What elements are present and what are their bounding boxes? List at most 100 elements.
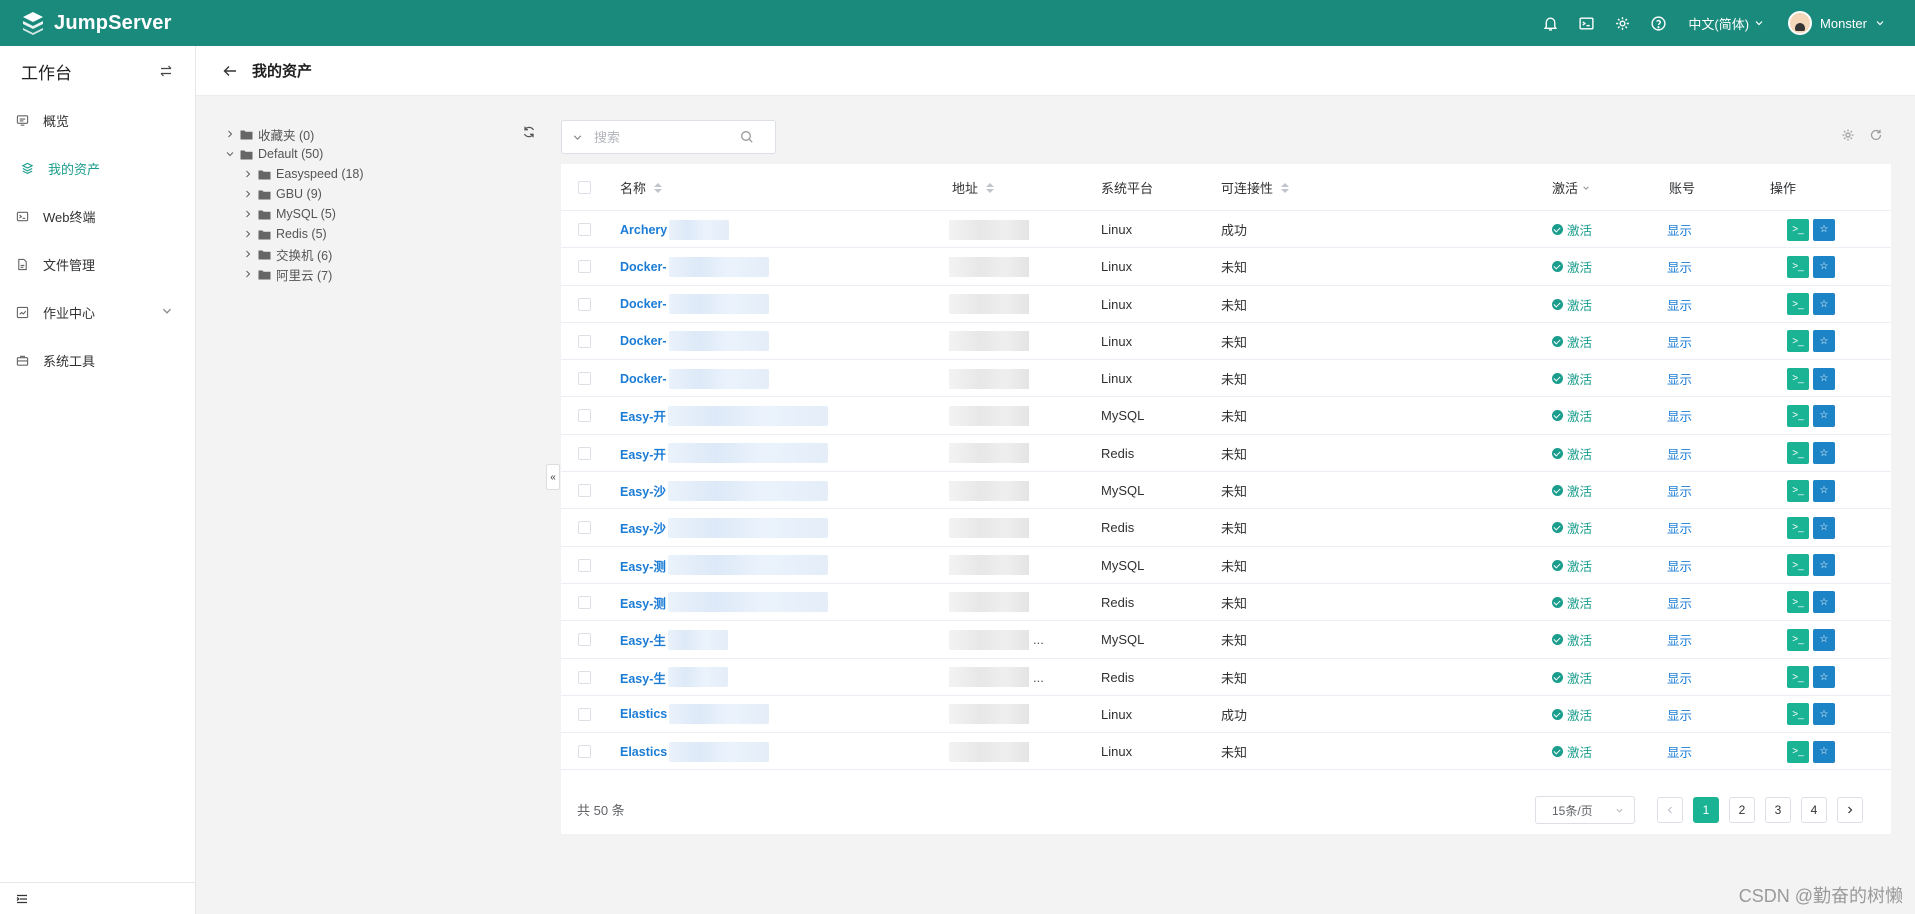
show-accounts-link[interactable]: 显示 <box>1667 593 1692 612</box>
page-button-2[interactable]: 2 <box>1729 797 1755 823</box>
show-accounts-link[interactable]: 显示 <box>1667 369 1692 388</box>
connect-terminal-button[interactable]: >_ <box>1787 293 1809 316</box>
connect-terminal-button[interactable]: >_ <box>1787 442 1809 465</box>
show-accounts-link[interactable]: 显示 <box>1667 705 1692 724</box>
show-accounts-link[interactable]: 显示 <box>1667 668 1692 687</box>
sidebar-item-overview[interactable]: 概览 <box>0 96 195 144</box>
connect-terminal-button[interactable]: >_ <box>1787 591 1809 614</box>
asset-name-link[interactable]: Archery <box>620 223 667 237</box>
terminal-icon[interactable] <box>1568 0 1604 46</box>
show-accounts-link[interactable]: 显示 <box>1667 630 1692 649</box>
refresh-icon[interactable] <box>522 125 536 139</box>
favorite-button[interactable]: ☆ <box>1813 330 1835 353</box>
sidebar-collapse-toggle[interactable] <box>0 882 196 914</box>
connect-terminal-button[interactable]: >_ <box>1787 740 1809 763</box>
connect-terminal-button[interactable]: >_ <box>1787 218 1809 241</box>
asset-name-link[interactable]: Easy-开 <box>620 406 666 425</box>
row-checkbox[interactable] <box>578 248 591 285</box>
filter-chevron-icon[interactable] <box>1582 184 1590 192</box>
refresh-icon[interactable] <box>1869 128 1883 142</box>
chevron-right-icon[interactable] <box>243 269 253 279</box>
show-accounts-link[interactable]: 显示 <box>1667 220 1692 239</box>
switch-view-icon[interactable] <box>159 64 173 78</box>
row-checkbox[interactable] <box>578 509 591 546</box>
search-box[interactable] <box>561 120 776 154</box>
search-icon[interactable] <box>740 130 754 144</box>
sidebar-item-file-management[interactable]: 文件管理 <box>0 240 195 288</box>
back-arrow-icon[interactable] <box>222 63 238 79</box>
favorite-button[interactable]: ☆ <box>1813 293 1835 316</box>
show-accounts-link[interactable]: 显示 <box>1667 257 1692 276</box>
chevron-down-icon[interactable] <box>225 149 235 159</box>
show-accounts-link[interactable]: 显示 <box>1667 556 1692 575</box>
row-checkbox[interactable] <box>578 360 591 397</box>
tree-node-switch[interactable]: 交换机 (6) <box>243 244 332 264</box>
asset-name-link[interactable]: Docker- <box>620 334 667 348</box>
tree-node-gbu[interactable]: GBU (9) <box>243 184 322 204</box>
connect-terminal-button[interactable]: >_ <box>1787 554 1809 577</box>
favorite-button[interactable]: ☆ <box>1813 666 1835 689</box>
sort-icon[interactable] <box>654 182 663 193</box>
favorite-button[interactable]: ☆ <box>1813 703 1835 726</box>
tree-node-aliyun[interactable]: 阿里云 (7) <box>243 264 332 284</box>
column-address[interactable]: 地址 <box>952 164 995 211</box>
show-accounts-link[interactable]: 显示 <box>1667 332 1692 351</box>
connect-terminal-button[interactable]: >_ <box>1787 404 1809 427</box>
search-input[interactable] <box>594 129 734 145</box>
favorite-button[interactable]: ☆ <box>1813 367 1835 390</box>
tree-collapse-toggle[interactable]: « <box>546 464 560 490</box>
connect-terminal-button[interactable]: >_ <box>1787 479 1809 502</box>
row-checkbox[interactable] <box>578 584 591 621</box>
connect-terminal-button[interactable]: >_ <box>1787 666 1809 689</box>
gear-icon[interactable] <box>1604 0 1640 46</box>
user-menu[interactable]: Monster <box>1788 11 1885 35</box>
column-connectivity[interactable]: 可连接性 <box>1221 164 1290 211</box>
tree-node-redis[interactable]: Redis (5) <box>243 224 327 244</box>
next-page-button[interactable] <box>1837 797 1863 823</box>
asset-name-link[interactable]: Easy-生 <box>620 630 666 649</box>
favorite-button[interactable]: ☆ <box>1813 255 1835 278</box>
bell-icon[interactable] <box>1532 0 1568 46</box>
connect-terminal-button[interactable]: >_ <box>1787 703 1809 726</box>
favorite-button[interactable]: ☆ <box>1813 442 1835 465</box>
asset-name-link[interactable]: Easy-沙 <box>620 481 666 500</box>
connect-terminal-button[interactable]: >_ <box>1787 516 1809 539</box>
show-accounts-link[interactable]: 显示 <box>1667 518 1692 537</box>
asset-name-link[interactable]: Docker- <box>620 260 667 274</box>
connect-terminal-button[interactable]: >_ <box>1787 628 1809 651</box>
show-accounts-link[interactable]: 显示 <box>1667 742 1692 761</box>
chevron-right-icon[interactable] <box>243 169 253 179</box>
row-checkbox[interactable] <box>578 211 591 248</box>
favorite-button[interactable]: ☆ <box>1813 404 1835 427</box>
page-size-select[interactable]: 15条/页 <box>1535 796 1635 824</box>
sort-icon[interactable] <box>1281 182 1290 193</box>
page-button-4[interactable]: 4 <box>1801 797 1827 823</box>
chevron-right-icon[interactable] <box>243 229 253 239</box>
row-checkbox[interactable] <box>578 472 591 509</box>
chevron-right-icon[interactable] <box>243 209 253 219</box>
row-checkbox[interactable] <box>578 286 591 323</box>
favorite-button[interactable]: ☆ <box>1813 740 1835 763</box>
asset-name-link[interactable]: Easy-沙 <box>620 518 666 537</box>
logo[interactable]: JumpServer <box>20 10 172 36</box>
sidebar-item-job-center[interactable]: 作业中心 <box>0 288 195 336</box>
tree-node-mysql[interactable]: MySQL (5) <box>243 204 336 224</box>
select-all-checkbox[interactable] <box>578 164 591 211</box>
sidebar-item-my-assets[interactable]: 我的资产 <box>0 144 195 192</box>
settings-icon[interactable] <box>1841 128 1855 142</box>
chevron-right-icon[interactable] <box>243 249 253 259</box>
asset-name-link[interactable]: Docker- <box>620 297 667 311</box>
row-checkbox[interactable] <box>578 323 591 360</box>
favorite-button[interactable]: ☆ <box>1813 591 1835 614</box>
sort-icon[interactable] <box>986 182 995 193</box>
favorite-button[interactable]: ☆ <box>1813 554 1835 577</box>
asset-name-link[interactable]: Easy-生 <box>620 668 666 687</box>
tree-node-default[interactable]: Default (50) <box>225 144 323 164</box>
show-accounts-link[interactable]: 显示 <box>1667 295 1692 314</box>
tree-node-favorites[interactable]: 收藏夹 (0) <box>225 124 314 144</box>
column-name[interactable]: 名称 <box>620 164 663 211</box>
row-checkbox[interactable] <box>578 435 591 472</box>
language-selector[interactable]: 中文(简体) <box>1688 14 1764 33</box>
chevron-right-icon[interactable] <box>225 129 235 139</box>
asset-name-link[interactable]: Easy-开 <box>620 444 666 463</box>
